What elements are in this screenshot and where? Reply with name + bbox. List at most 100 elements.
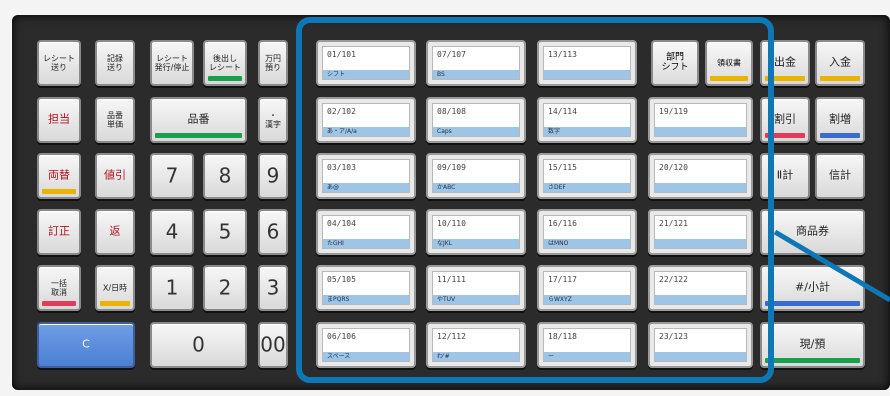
plu-key[interactable]: 11/111 やTUV [426, 265, 526, 311]
plu-key[interactable]: 14/114 数字 [537, 97, 637, 143]
plu-key-sublabel: わ'# [437, 353, 450, 360]
plu-key-sublabel: はMNO [548, 240, 569, 247]
correction-key[interactable]: 訂正 [37, 209, 81, 255]
plu-key[interactable]: 19/119 [648, 97, 753, 143]
plu-key-code: 15/115 [548, 163, 577, 172]
plu-key-code: 04/104 [327, 219, 356, 228]
digit-8-key[interactable]: 8 [203, 153, 247, 199]
plu-key-label-strip: シフト [323, 70, 409, 79]
digit-6-key[interactable]: 6 [258, 209, 288, 255]
plu-key[interactable]: 21/121 [648, 209, 753, 255]
plu-key[interactable]: 06/106 スペース [316, 322, 416, 368]
item-number-key[interactable]: 品番 [150, 97, 247, 143]
percent-discount-key[interactable]: 割引 [760, 97, 810, 143]
plu-key[interactable]: 18/118 ー [537, 322, 637, 368]
plu-key-window: 02/102 あ・ア/A/a [322, 103, 410, 137]
credit-key[interactable]: 信計 [815, 153, 865, 199]
plu-key-window: 19/119 [654, 103, 747, 137]
return-key[interactable]: 返 [95, 209, 135, 255]
subtotal-2-key[interactable]: Ⅱ計 [760, 153, 810, 199]
digit-9-key[interactable]: 9 [258, 153, 288, 199]
discount-key[interactable]: 値引 [95, 153, 135, 199]
plu-key[interactable]: 22/122 [648, 265, 753, 311]
plu-key-sublabel: まPQRS [327, 296, 350, 303]
kanji-dot-key[interactable]: ・ 漢字 [258, 97, 288, 143]
plu-key[interactable]: 23/123 [648, 322, 753, 368]
receipt-feed-key[interactable]: レシート 送り [37, 40, 81, 86]
plu-key[interactable]: 09/109 かABC [426, 153, 526, 199]
plu-key-window: 03/103 あ@ [322, 159, 410, 193]
plu-key-label-strip: ー [544, 352, 630, 361]
digit-1-key[interactable]: 1 [150, 265, 194, 311]
plu-key-window: 16/116 はMNO [543, 215, 631, 249]
item-price-key[interactable]: 品番 単価 [95, 97, 135, 143]
plu-key-code: 06/106 [327, 332, 356, 341]
digit-2-key[interactable]: 2 [203, 265, 247, 311]
plu-key-label-strip [655, 239, 746, 248]
plu-key-label-strip: スペース [323, 352, 409, 361]
plu-key[interactable]: 07/107 BS [426, 40, 526, 86]
plu-key-label-strip: さDEF [544, 183, 630, 192]
journal-feed-key[interactable]: 記録 送り [95, 40, 135, 86]
plu-key-window: 18/118 ー [543, 328, 631, 362]
plu-key-code: 01/101 [327, 50, 356, 59]
plu-key-code: 21/121 [659, 219, 688, 228]
digit-7-key[interactable]: 7 [150, 153, 194, 199]
plu-key[interactable]: 01/101 シフト [316, 40, 416, 86]
plu-key[interactable]: 03/103 あ@ [316, 153, 416, 199]
plu-key-window: 14/114 数字 [543, 103, 631, 137]
plu-key[interactable]: 17/117 らWXYZ [537, 265, 637, 311]
receipt-slip-key[interactable]: 領収書 [705, 40, 753, 86]
plu-key-label-strip [655, 295, 746, 304]
plu-key-label-strip: BS [433, 70, 519, 79]
plu-key-sublabel: なJKL [437, 240, 453, 247]
plu-key-sublabel: かABC [437, 184, 456, 191]
gift-certificate-key[interactable]: 商品券 [760, 209, 865, 255]
currency-deposit-key[interactable]: 万円 預り [258, 40, 288, 86]
clerk-key[interactable]: 担当 [37, 97, 81, 143]
plu-key-sublabel: らWXYZ [548, 296, 572, 303]
plu-key[interactable]: 15/115 さDEF [537, 153, 637, 199]
plu-key[interactable]: 08/108 Caps [426, 97, 526, 143]
plu-key-label-strip: 数字 [544, 127, 630, 136]
plu-key[interactable]: 13/113 [537, 40, 637, 86]
digit-0-key[interactable]: 0 [150, 322, 247, 368]
reissue-receipt-key[interactable]: 後出し レシート [203, 40, 247, 86]
subtotal-key[interactable]: #/小計 [760, 265, 865, 311]
bulk-cancel-key[interactable]: 一括 取消 [37, 265, 81, 311]
plu-key-label-strip: やTUV [433, 295, 519, 304]
plu-key-code: 18/118 [548, 332, 577, 341]
plu-key[interactable]: 12/112 わ'# [426, 322, 526, 368]
plu-key-label-strip [655, 352, 746, 361]
plu-key[interactable]: 20/120 [648, 153, 753, 199]
plu-key-label-strip: あ・ア/A/a [323, 127, 409, 136]
plu-key-code: 16/116 [548, 219, 577, 228]
plu-key-label-strip: らWXYZ [544, 295, 630, 304]
clear-key[interactable]: C [37, 322, 135, 368]
plu-key-label-strip [655, 183, 746, 192]
percent-surcharge-key[interactable]: 割増 [815, 97, 865, 143]
plu-key[interactable]: 16/116 はMNO [537, 209, 637, 255]
cash-tendered-key[interactable]: 現/預 [760, 322, 865, 368]
plu-key-sublabel: あ・ア/A/a [327, 128, 357, 135]
plu-key[interactable]: 10/110 なJKL [426, 209, 526, 255]
plu-key-code: 23/123 [659, 332, 688, 341]
digit-3-key[interactable]: 3 [258, 265, 288, 311]
department-shift-key[interactable]: 部門 シフト [651, 40, 699, 86]
plu-key[interactable]: 05/105 まPQRS [316, 265, 416, 311]
exchange-key[interactable]: 両替 [37, 153, 81, 199]
plu-key-window: 20/120 [654, 159, 747, 193]
receipt-onoff-key[interactable]: レシート 発行/停止 [150, 40, 194, 86]
x-date-time-key[interactable]: X/日時 [95, 265, 135, 311]
plu-key-label-strip: あ@ [323, 183, 409, 192]
paid-out-key[interactable]: 出金 [760, 40, 810, 86]
digit-4-key[interactable]: 4 [150, 209, 194, 255]
digit-5-key[interactable]: 5 [203, 209, 247, 255]
plu-key-sublabel: あ@ [327, 184, 340, 191]
received-on-account-key[interactable]: 入金 [815, 40, 865, 86]
digit-00-key[interactable]: 00 [258, 322, 288, 368]
plu-key-label-strip: まPQRS [323, 295, 409, 304]
cash-register-keyboard: レシート 送り 記録 送り レシート 発行/停止 後出し レシート 万円 預り … [0, 0, 890, 396]
plu-key[interactable]: 04/104 たGHI [316, 209, 416, 255]
plu-key[interactable]: 02/102 あ・ア/A/a [316, 97, 416, 143]
